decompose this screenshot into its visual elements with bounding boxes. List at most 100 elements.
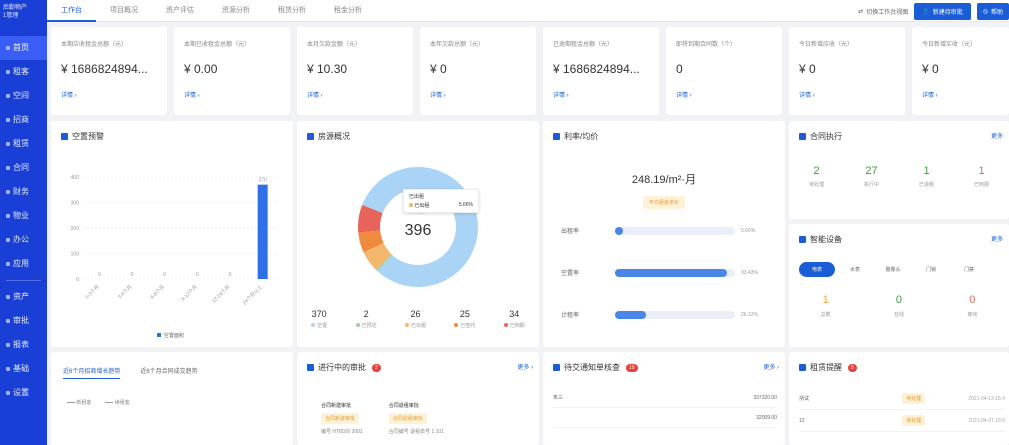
new-approval-button[interactable]: 👤 新建待审批 [914,3,971,20]
resource-stat: 34 已到期 [503,309,525,329]
sidebar-item[interactable]: 办公 [0,228,47,252]
notice-row[interactable]: 32009.00 [553,408,777,428]
sidebar-item[interactable]: 设置 [0,381,47,405]
stat-label: 本期应收租金总额（元） [61,42,128,48]
menu-icon [6,262,10,266]
sidebar-item[interactable]: 财务 [0,180,47,204]
sidebar-item[interactable]: 资产 [0,285,47,309]
contract-title: 合同执行 [810,132,842,141]
stat-label: 本月欠款金额（元） [307,42,362,48]
resource-stat-value: 370 [311,309,327,319]
notice-more-link[interactable]: 更多 › [763,362,779,371]
resource-stat-value: 25 [459,309,470,319]
stat-value: 0 [676,62,683,76]
trend-legend-renew: 续租客 [114,400,130,406]
approval-card[interactable]: 合同新建审批 合同新建审批 编号 HT8026 2001 [321,402,363,435]
approval-card-tag: 合同退租审批 [388,413,427,424]
x-tick-label: 6-9个月 [150,284,166,300]
sidebar-nav-secondary: 资产 审批报表基础 设置 [0,285,47,405]
top-tab[interactable]: 项目概况 [96,0,152,22]
reminder-row-name: 测试 [799,396,810,402]
resource-stat-label: 已到期 [509,323,525,329]
tooltip-item: 已出租 [414,203,430,209]
legend-dot [355,323,360,327]
app-logo[interactable]: 后勤物产 1管理 [0,0,47,36]
switch-view-button[interactable]: ⇄ 切换工作台视图 [858,7,908,16]
contract-stat[interactable]: 27 执行中 [844,165,899,188]
contract-stat[interactable]: 2 待处理 [789,165,844,188]
top-tab[interactable]: 工作台 [47,0,96,22]
device-stat-label: 在线 [893,312,904,318]
sidebar-item[interactable]: 应用 [0,252,47,276]
contract-stat-label: 待处理 [808,182,824,188]
stat-detail-link[interactable]: 详情 › [799,90,895,99]
sidebar-divider [6,280,41,281]
approval-card[interactable]: 合同退租审批 合同退租审批 合同编号 退租单号 1 101 [388,402,444,435]
bar-value-label: 0 [131,272,134,278]
rate-bar-fill [615,227,623,235]
notice-row[interactable]: 朱三 337320.00 [553,388,777,408]
rate-bar-track [615,227,735,235]
stat-label: 本期已收租金总额（元） [184,42,251,48]
top-tab[interactable]: 租金分析 [320,0,376,22]
vacancy-bar-chart: 0 100 200 300 400 0 0-3个月 0 3-6个月 0 6-9个月 0 9-12个月 0 1… [71,175,279,339]
device-tab[interactable]: 门锁 [913,262,949,277]
menu-icon [6,190,10,194]
stat-detail-link[interactable]: 详情 › [676,90,772,99]
device-tab[interactable]: 电表 [799,262,835,277]
rate-bar-value: 93.43% [741,270,758,276]
device-tab[interactable]: 摄像头 [875,262,911,277]
approval-card-tag: 合同新建审批 [321,413,360,424]
contract-stat[interactable]: 1 已退租 [899,165,954,188]
device-tabs: 电表 水表 摄像头 门锁 门禁 [799,262,987,277]
reminder-row-tag: 待处理 [902,415,926,426]
stat-detail-link[interactable]: 详情 › [184,90,280,99]
reminder-row[interactable]: 12 待处理 2021-04-27 18:0 [799,410,1005,432]
sidebar-item[interactable]: 合同 [0,156,47,180]
trend-tab-contract[interactable]: 近6个月合同成交趋势 [140,366,197,379]
device-tab[interactable]: 水表 [837,262,873,277]
stat-card: 今日新增应收（元） ¥ 0 详情 › [789,27,905,115]
sidebar-item[interactable]: 物业 [0,204,47,228]
approval-icon [307,364,314,371]
top-tab[interactable]: 资源分析 [208,0,264,22]
approval-more-link[interactable]: 更多 › [517,362,533,371]
top-tab[interactable]: 资产评估 [152,0,208,22]
device-tab[interactable]: 门禁 [951,262,987,277]
approval-cards: 合同新建审批 合同新建审批 编号 HT8026 2001 合同退租审批 合同退租审批 合同… [321,402,529,435]
resource-stat-value: 26 [410,309,421,319]
stat-detail-link[interactable]: 详情 › [307,90,403,99]
sidebar-item[interactable]: 基础 [0,357,47,381]
stat-detail-link[interactable]: 详情 › [553,90,649,99]
contract-stat-value: 2 [813,165,820,177]
sidebar-item-label: 报表 [13,340,29,349]
help-button[interactable]: ◎ 帮助 [976,3,1009,20]
device-stat-value: 1 [822,294,829,306]
switch-icon: ⇄ [858,9,864,15]
stat-detail-link[interactable]: 详情 › [922,90,999,99]
top-tab[interactable]: 租赁分析 [264,0,320,22]
stat-detail-link[interactable]: 详情 › [61,90,157,99]
reminder-row[interactable]: 测试 待处理 2021-04-13 15:4 [799,388,1005,410]
contract-stat[interactable]: 1 已到期 [954,165,1009,188]
resource-panel: 房源概况 房源总数396 已出租 已出租 5.66% 370 空置 2 已预定 26 已出… [297,121,539,347]
sidebar-item[interactable]: 空间 [0,84,47,108]
chart-icon [553,133,560,140]
contract-more-link[interactable]: 更多 [991,131,1003,140]
devices-more-link[interactable]: 更多 [991,234,1003,243]
sidebar-item[interactable]: 招商 [0,108,47,132]
sidebar-item[interactable]: 租客 [0,60,47,84]
approval-card-title: 合同新建审批 [321,403,352,409]
y-tick-label: 100 [71,252,80,258]
devices-title: 智能设备 [810,235,842,244]
sidebar: 后勤物产 1管理 首页 租客 空间 招商 租赁 合同 财务 物业 办公 应用 资产 审批报表基础 设置 [0,0,47,445]
device-stat: 1 总数 [789,294,862,318]
stat-detail-link[interactable]: 详情 › [430,90,526,99]
sidebar-item[interactable]: 首页 [0,36,47,60]
sidebar-item[interactable]: 租赁 [0,132,47,156]
trend-tab-leasing[interactable]: 近6个月招商增长趋势 [63,366,121,379]
sidebar-item[interactable]: 审批 [0,309,47,333]
sidebar-item[interactable]: 报表 [0,333,47,357]
resource-stat: 2 已预定 [355,309,377,329]
contract-stat-label: 已退租 [918,182,934,188]
